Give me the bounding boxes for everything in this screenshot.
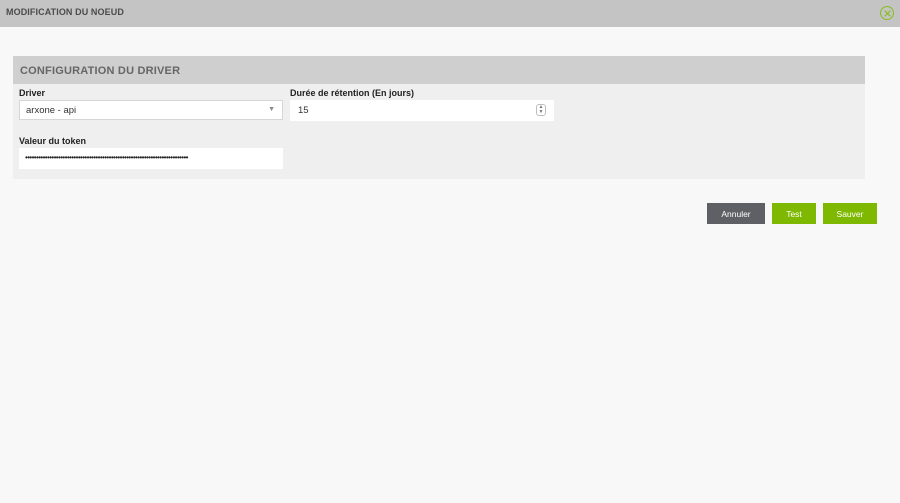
driver-config-panel: CONFIGURATION DU DRIVER Driver arxone - … bbox=[13, 56, 865, 179]
token-label: Valeur du token bbox=[19, 136, 87, 146]
retention-label: Durée de rétention (En jours) bbox=[290, 88, 415, 98]
number-stepper-icon[interactable]: ▲ ▼ bbox=[536, 104, 546, 116]
test-button[interactable]: Test bbox=[772, 203, 816, 224]
driver-label: Driver bbox=[19, 88, 46, 98]
cancel-button[interactable]: Annuler bbox=[707, 203, 765, 224]
close-icon bbox=[883, 9, 891, 17]
section-title: CONFIGURATION DU DRIVER bbox=[13, 56, 865, 84]
driver-select[interactable]: arxone - api ▼ bbox=[19, 100, 283, 120]
token-masked-value: ••••••••••••••••••••••••••••••••••••••••… bbox=[25, 153, 188, 162]
close-button[interactable] bbox=[880, 6, 894, 20]
save-button[interactable]: Sauver bbox=[823, 203, 877, 224]
modal-title-bar: MODIFICATION DU NOEUD bbox=[0, 0, 900, 27]
token-input[interactable]: ••••••••••••••••••••••••••••••••••••••••… bbox=[19, 148, 283, 169]
dropdown-caret-icon: ▼ bbox=[268, 106, 275, 113]
retention-value: 15 bbox=[298, 105, 309, 116]
modal-title: MODIFICATION DU NOEUD bbox=[6, 7, 124, 17]
driver-select-value: arxone - api bbox=[26, 105, 77, 116]
retention-input[interactable]: 15 ▲ ▼ bbox=[290, 100, 554, 121]
